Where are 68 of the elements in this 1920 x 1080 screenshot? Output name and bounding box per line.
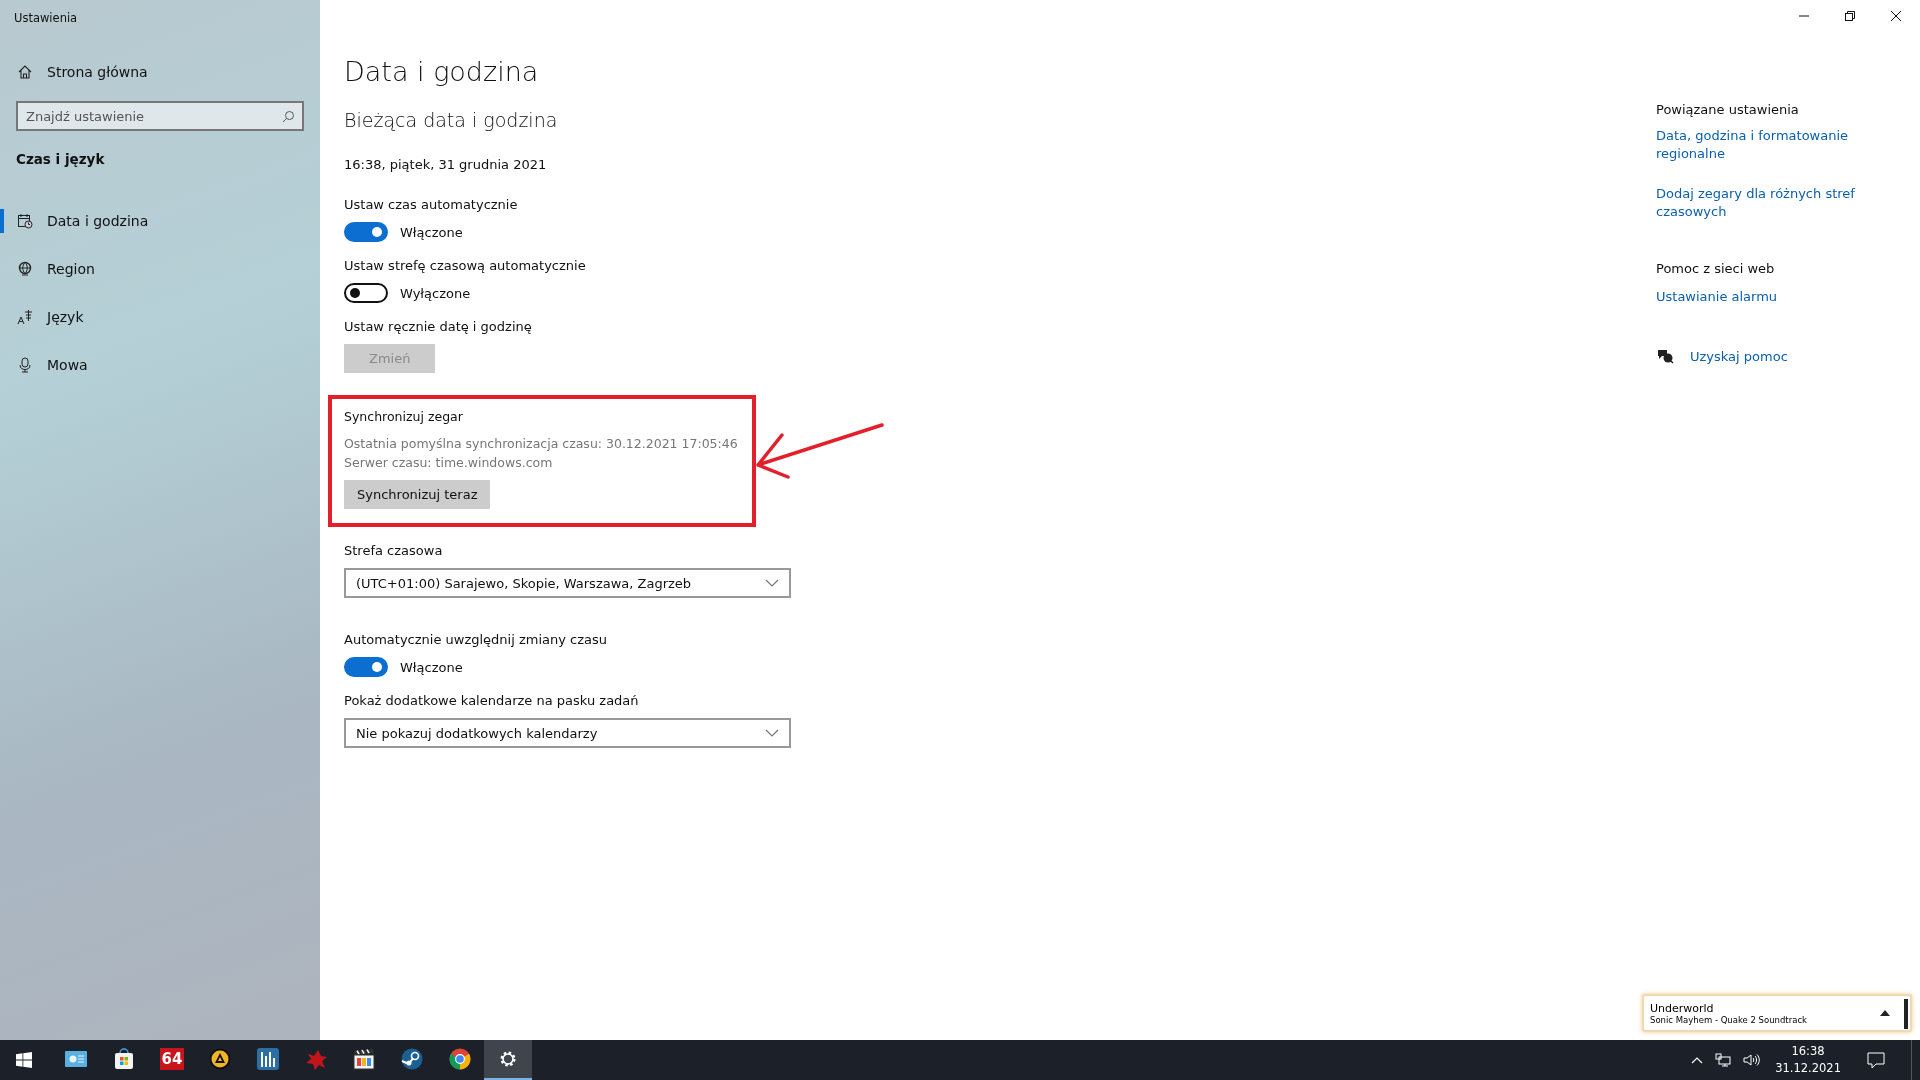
setting-label: Ustaw ręcznie datę i godzinę: [344, 319, 533, 334]
get-help-link[interactable]: Uzyskaj pomoc: [1690, 348, 1788, 366]
search-field[interactable]: Znajdź ustawienie: [16, 101, 304, 131]
nav-item[interactable]: Data i godzina: [0, 197, 320, 245]
toggle-state: Włączone: [400, 659, 463, 675]
toggle-switch[interactable]: [344, 657, 388, 677]
language-icon: [17, 309, 33, 325]
related-link[interactable]: Data, godzina i formatowanie regionalne: [1656, 127, 1886, 163]
settings-icon: [498, 1049, 518, 1069]
microphone-icon: [17, 357, 33, 373]
page-title: Data i godzina: [344, 56, 540, 87]
toggle-switch[interactable]: [344, 283, 388, 303]
nav-item[interactable]: Region: [0, 245, 320, 293]
setting-label: Strefa czasowa: [344, 543, 444, 558]
chevron-up-icon[interactable]: [1691, 1056, 1704, 1064]
steam-icon: [401, 1048, 423, 1070]
network-icon[interactable]: [1715, 1053, 1732, 1067]
volume-icon[interactable]: [1743, 1053, 1762, 1067]
setting-label: Ustaw czas automatycznie: [344, 197, 519, 212]
window-title: Ustawienia: [13, 10, 79, 27]
taskbar-clock[interactable]: 16:38 31.12.2021: [1775, 1043, 1841, 1077]
nav-item[interactable]: Język: [0, 293, 320, 341]
chevron-down-icon: [765, 579, 779, 587]
help-link[interactable]: Ustawianie alarmu: [1656, 288, 1886, 306]
current-date-time: 16:38, piątek, 31 grudnia 2021: [344, 157, 548, 172]
windows-start-button[interactable]: [16, 1052, 32, 1068]
chat-help-icon: [1656, 348, 1674, 364]
help-heading: Pomoc z sieci web: [1656, 261, 1776, 276]
globe-icon: [17, 261, 33, 277]
caret-up-icon: [1880, 1010, 1890, 1016]
section-heading: Czas i język: [15, 150, 106, 169]
triangle-circle-icon: [209, 1048, 231, 1070]
related-link[interactable]: Dodaj zegary dla różnych stref czasowych: [1656, 185, 1886, 221]
dropdown[interactable]: Nie pokazuj dodatkowych kalendarzy: [344, 718, 791, 748]
media-notification[interactable]: Underworld Sonic Mayhem - Quake 2 Soundtrack: [1642, 994, 1912, 1032]
server-info: Serwer czasu: time.windows.com: [344, 454, 554, 472]
toggle-state: Wyłączone: [400, 285, 471, 301]
splat-icon: [304, 1048, 328, 1070]
home-icon: [17, 64, 33, 80]
equalizer-icon: [257, 1048, 279, 1070]
restore-button[interactable]: [1845, 11, 1855, 21]
sync-info: Ostatnia pomyślna synchronizacja czasu: 30.12.2021 17:05:46: [344, 435, 739, 453]
chrome-icon: [449, 1048, 471, 1070]
toggle-state: Włączone: [400, 224, 463, 240]
dropdown[interactable]: (UTC+01:00) Sarajewo, Skopie, Warszawa, Zagrzeb: [344, 568, 791, 598]
clapperboard-icon: [353, 1048, 375, 1070]
section-heading: Bieżąca data i godzina: [344, 109, 559, 131]
store-bag-icon: [113, 1048, 135, 1070]
home-link[interactable]: Strona główna: [0, 53, 320, 91]
taskbar-app[interactable]: 64: [148, 1040, 196, 1080]
notification-icon[interactable]: [1867, 1051, 1885, 1069]
media-artist: Underworld: [1650, 1001, 1715, 1015]
related-heading: Powiązane ustawienia: [1656, 102, 1800, 117]
chevron-down-icon: [765, 729, 779, 737]
setting-label: Ustaw strefę czasową automatycznie: [344, 258, 587, 273]
setting-label: Pokaż dodatkowe kalendarze na pasku zadań: [344, 693, 640, 708]
taskbar-app[interactable]: [484, 1040, 532, 1080]
setting-label: Synchronizuj zegar: [344, 409, 464, 424]
control-panel-icon: [65, 1051, 87, 1067]
nav-item[interactable]: Mowa: [0, 341, 320, 389]
close-button[interactable]: [1891, 11, 1901, 21]
calendar-clock-icon: [17, 213, 33, 229]
toggle-switch[interactable]: [344, 222, 388, 242]
sync-button[interactable]: Synchronizuj teraz: [344, 480, 491, 509]
setting-label: Automatycznie uwzględnij zmiany czasu: [344, 632, 609, 647]
search-icon: [282, 110, 295, 123]
media-track: Sonic Mayhem - Quake 2 Soundtrack: [1650, 1014, 1808, 1025]
app-badge-icon: 64: [159, 1048, 185, 1070]
